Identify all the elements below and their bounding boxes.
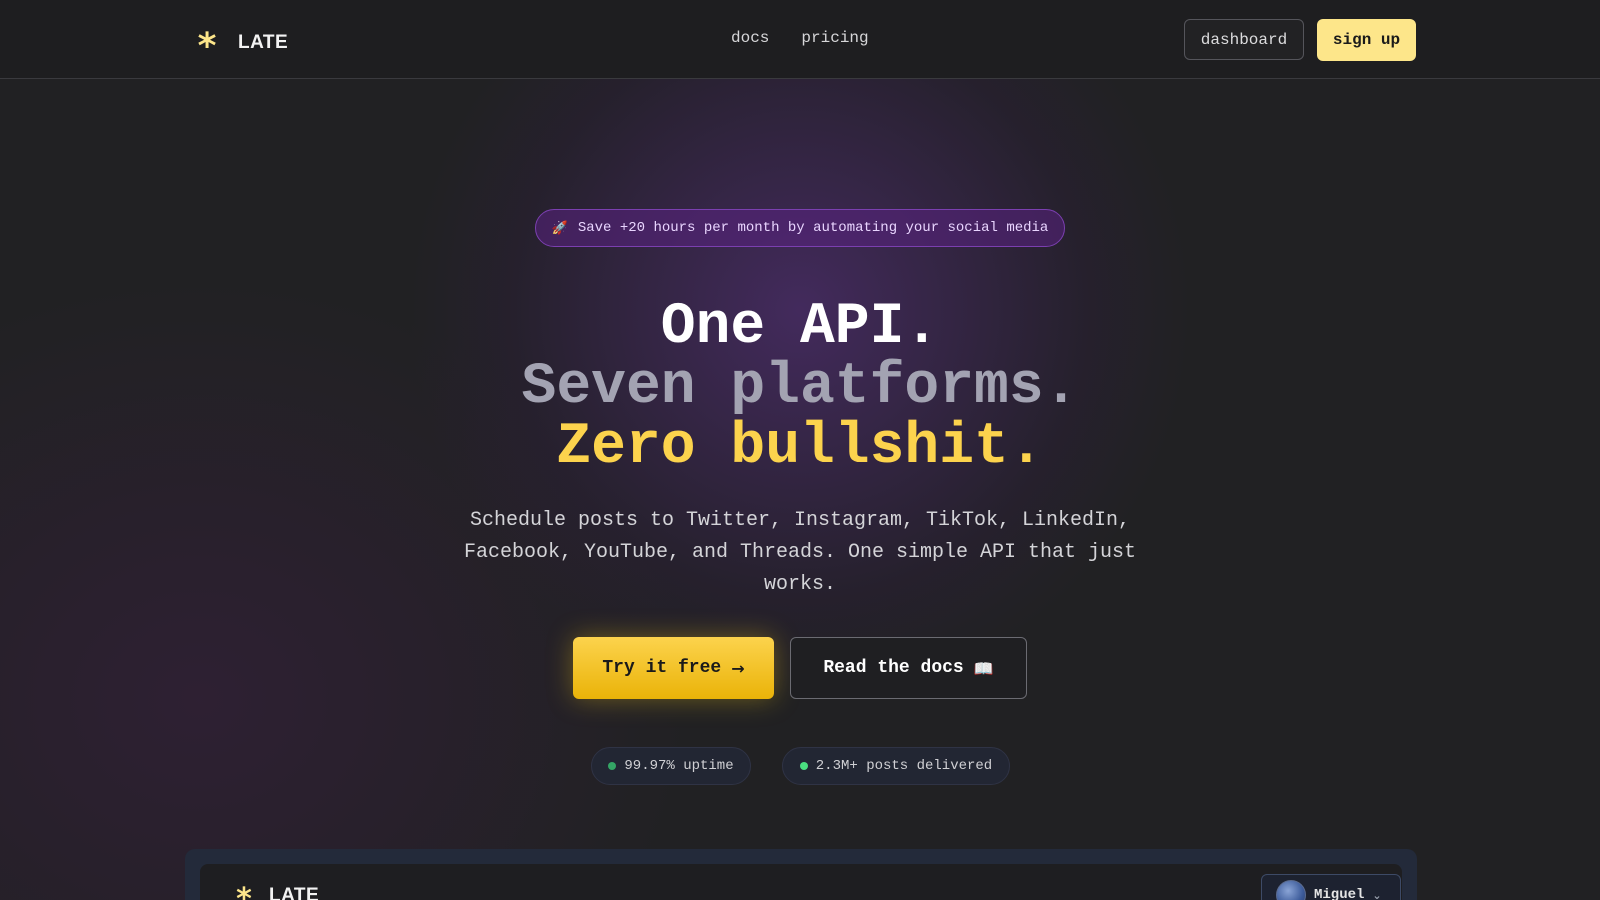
landing-page: * LATE docs pricing dashboard sign up 🚀 … bbox=[0, 0, 1600, 900]
uptime-stat: 99.97% uptime bbox=[591, 747, 751, 785]
avatar bbox=[1276, 880, 1306, 900]
posts-delivered-label: 2.3M+ posts delivered bbox=[815, 758, 993, 774]
status-dot-icon bbox=[799, 762, 808, 770]
announcement-text: Save +20 hours per month by automating y… bbox=[577, 220, 1049, 236]
hero-headline: One API. Seven platforms. Zero bullshit. bbox=[0, 298, 1600, 478]
uptime-stat-label: 99.97% uptime bbox=[624, 758, 734, 774]
user-menu[interactable]: Miguel ⌄ bbox=[1261, 874, 1401, 900]
sign-up-button[interactable]: sign up bbox=[1317, 19, 1416, 61]
posts-delivered-stat: 2.3M+ posts delivered bbox=[782, 747, 1010, 785]
nav-links: docs pricing bbox=[731, 29, 869, 47]
announcement-badge: 🚀 Save +20 hours per month by automating… bbox=[535, 209, 1065, 247]
book-icon: 📖 bbox=[973, 658, 994, 678]
nav-link-docs[interactable]: docs bbox=[731, 29, 769, 47]
hero-subtitle: Schedule posts to Twitter, Instagram, Ti… bbox=[463, 509, 1137, 596]
preview-brand-logo: * LATE bbox=[235, 878, 319, 900]
headline-line-1: One API. bbox=[660, 295, 940, 360]
try-free-label: Try it free bbox=[602, 658, 722, 678]
nav-link-pricing[interactable]: pricing bbox=[801, 29, 868, 47]
read-docs-button[interactable]: Read the docs 📖 bbox=[790, 637, 1027, 699]
rocket-icon: 🚀 bbox=[551, 220, 568, 236]
read-docs-label: Read the docs bbox=[823, 658, 964, 678]
try-free-button[interactable]: Try it free → bbox=[573, 637, 774, 699]
arrow-right-icon: → bbox=[731, 658, 745, 678]
headline-line-3: Zero bullshit. bbox=[556, 415, 1044, 480]
dashboard-button[interactable]: dashboard bbox=[1184, 19, 1304, 60]
headline-line-2: Seven platforms. bbox=[521, 355, 1079, 420]
asterisk-icon: * bbox=[197, 26, 217, 67]
dashboard-preview: * LATE Miguel ⌄ bbox=[185, 849, 1417, 900]
preview-brand-name: LATE bbox=[269, 885, 320, 900]
asterisk-icon: * bbox=[236, 882, 252, 900]
user-name: Miguel bbox=[1314, 887, 1365, 900]
top-nav: * LATE docs pricing dashboard sign up bbox=[0, 0, 1600, 79]
dashboard-preview-window: * LATE Miguel ⌄ bbox=[200, 864, 1402, 900]
brand-logo[interactable]: * LATE bbox=[196, 22, 289, 67]
status-dot-icon bbox=[608, 762, 617, 770]
brand-name: LATE bbox=[238, 32, 289, 53]
chevron-down-icon: ⌄ bbox=[1372, 888, 1382, 900]
